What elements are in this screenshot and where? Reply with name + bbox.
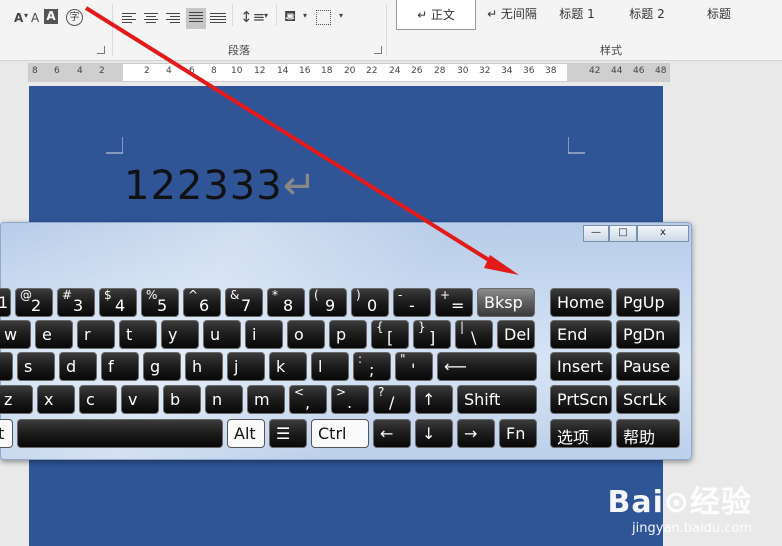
watermark: Bai⊙经验 jingyan.baidu.com xyxy=(607,485,752,536)
annotation-arrow xyxy=(84,6,519,275)
